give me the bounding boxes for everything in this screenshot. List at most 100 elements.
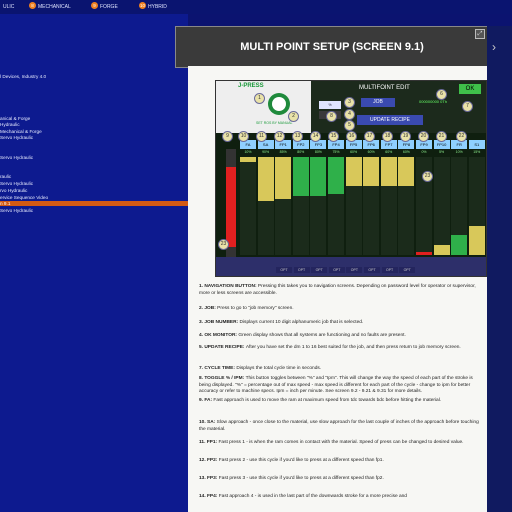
callout-marker: 8	[326, 111, 337, 122]
callout-marker: 10	[238, 131, 249, 142]
sidebar-item[interactable]: l Devices, Industry 4.0	[0, 74, 46, 79]
footer-cell: OPT	[311, 267, 328, 273]
callout-marker: 4	[344, 109, 355, 120]
job-button[interactable]: JOB	[361, 98, 395, 107]
doc-item: 5. UPDATE RECIPE: After you have set the…	[199, 345, 481, 352]
callout-marker: 2	[288, 111, 299, 122]
column-track[interactable]	[345, 157, 362, 255]
column-track[interactable]	[433, 157, 450, 255]
footer-cell: OPT	[346, 267, 363, 273]
column-track[interactable]	[257, 157, 274, 255]
callout-marker: 1	[254, 93, 265, 104]
column-track[interactable]	[292, 157, 309, 255]
doc-item-head: 5. UPDATE RECIPE:	[199, 345, 246, 350]
doc-item-head: 13. FP3:	[199, 476, 219, 481]
column-track[interactable]	[380, 157, 397, 255]
hmi-top-right: MULTIFOINT EDIT OK JOB 000000000 0Th UPD…	[311, 81, 486, 133]
doc-item-body: Fast approach 4 - is used in the last pa…	[218, 494, 407, 499]
sidebar-item[interactable]: Servo Hydraulic	[0, 208, 33, 213]
doc-item: 10. SA: Slow approach - once close to th…	[199, 420, 481, 433]
doc-item-head: 7. CYCLE TIME:	[199, 366, 237, 371]
column-value: 10%	[455, 150, 463, 154]
sidebar-item[interactable]: Servo Hydraulic	[0, 135, 33, 140]
sidebar-item[interactable]: Mechanical & Forge	[0, 129, 42, 134]
column-track[interactable]	[328, 157, 344, 255]
sidebar-item[interactable]: Servo Hydraulic	[0, 181, 33, 186]
callout-marker: 16	[346, 131, 357, 142]
column-track[interactable]	[310, 157, 327, 255]
column-value: 90%	[262, 150, 270, 154]
doc-item-body: Fast approach is used to move the ram at…	[213, 398, 442, 403]
multipoint-edit-title: MULTIFOINT EDIT	[359, 85, 410, 91]
footer-cell: OPT	[328, 267, 345, 273]
sidebar-item[interactable]: ervice Sequence Video	[0, 195, 48, 200]
tab-number-badge: 9	[91, 2, 98, 9]
tab-label: FORGE	[100, 4, 118, 10]
doc-item-head: 10. SA:	[199, 420, 217, 425]
position-indicator	[226, 167, 236, 247]
column-fill	[433, 245, 450, 255]
callout-marker: 11	[256, 131, 267, 142]
footer-cell: OPT	[293, 267, 310, 273]
right-rail	[487, 26, 512, 512]
press-label: J-PRESS	[238, 83, 264, 89]
callout-marker: 17	[364, 131, 375, 142]
callout-marker: 23	[422, 171, 433, 182]
callout-marker: 20	[418, 131, 429, 142]
sidebar-item[interactable]: raulic	[0, 174, 11, 179]
doc-item-head: 3. JOB NUMBER:	[199, 320, 240, 325]
callout-marker: 18	[382, 131, 393, 142]
column-value: 15%	[473, 150, 481, 154]
footer-cell: OPT	[399, 267, 416, 273]
doc-item-head: 2. JOB:	[199, 306, 218, 311]
doc-item: 4. OK MONITOR: Green display shows that …	[199, 333, 481, 340]
doc-item: 14. FP4: Fast approach 4 - is used in th…	[199, 494, 481, 501]
callout-marker: 14	[310, 131, 321, 142]
callout-marker: 3	[344, 97, 355, 108]
column-fill	[275, 157, 292, 199]
footer-cell: OPT	[381, 267, 398, 273]
chevron-right-icon[interactable]: ›	[492, 40, 496, 54]
doc-item-body: Green display shows that all systems are…	[238, 333, 406, 338]
doc-item-body: Fast press 3 - use this cycle if you'd l…	[218, 476, 384, 481]
tab-forge[interactable]: 9 FORGE	[88, 1, 122, 13]
doc-item-head: 12. FP2:	[199, 458, 219, 463]
tab-ulic[interactable]: ULIC	[0, 1, 18, 13]
doc-item: 7. CYCLE TIME: Displays the total cycle …	[199, 366, 481, 373]
tab-hybrid[interactable]: 10 HYBRID	[136, 1, 171, 13]
update-recipe-button[interactable]: UPDATE RECIPE	[357, 115, 423, 125]
doc-item-body: Fast press 2 - use this cycle if you'd l…	[218, 458, 384, 463]
expand-icon[interactable]: ⤢	[475, 29, 485, 39]
footer-cell: OPT	[364, 267, 380, 273]
tab-mechanical[interactable]: 8 MECHANICAL	[26, 1, 75, 13]
sidebar-item[interactable]: Servo Hydraulic	[0, 155, 33, 160]
toggle-pct[interactable]: %	[319, 101, 341, 109]
tab-label: MECHANICAL	[38, 4, 71, 10]
column-track[interactable]	[468, 157, 485, 255]
doc-item-body: Slow approach - once close to the materi…	[199, 420, 479, 432]
top-tab-bar: ULIC 8 MECHANICAL 9 FORGE 10 HYBRID	[0, 0, 512, 15]
sidebar-item[interactable]: Hydraulic	[0, 122, 20, 127]
ok-monitor[interactable]: OK	[459, 84, 481, 94]
tab-label: HYBRID	[148, 4, 167, 10]
callout-marker: 13	[292, 131, 303, 142]
callout-marker: 6	[436, 89, 447, 100]
column-track[interactable]	[451, 157, 468, 255]
sidebar-item[interactable]: anical & Forge	[0, 116, 30, 121]
column-fill	[416, 252, 432, 255]
column-track[interactable]	[363, 157, 380, 255]
sidebar-item-selected[interactable]: n 9.1	[0, 201, 188, 206]
column-track[interactable]	[275, 157, 292, 255]
column-header[interactable]: S1	[468, 140, 485, 149]
column-track[interactable]	[240, 157, 256, 255]
column-fill	[292, 157, 309, 196]
sidebar: l Devices, Industry 4.0 anical & Forge H…	[0, 14, 188, 512]
hmi-screenshot: J-PRESS SET ROS BY MANUAL MULTIFOINT EDI…	[215, 80, 487, 277]
column-fill	[451, 235, 468, 255]
sidebar-item[interactable]: rvo Hydraulic	[0, 188, 27, 193]
column-track[interactable]	[398, 157, 415, 255]
doc-item: 13. FP3: Fast press 3 - use this cycle i…	[199, 476, 481, 483]
callout-marker: 23	[218, 239, 229, 250]
doc-item-head: 1. NAVIGATION BUTTON:	[199, 284, 258, 289]
callout-marker: 19	[400, 131, 411, 142]
